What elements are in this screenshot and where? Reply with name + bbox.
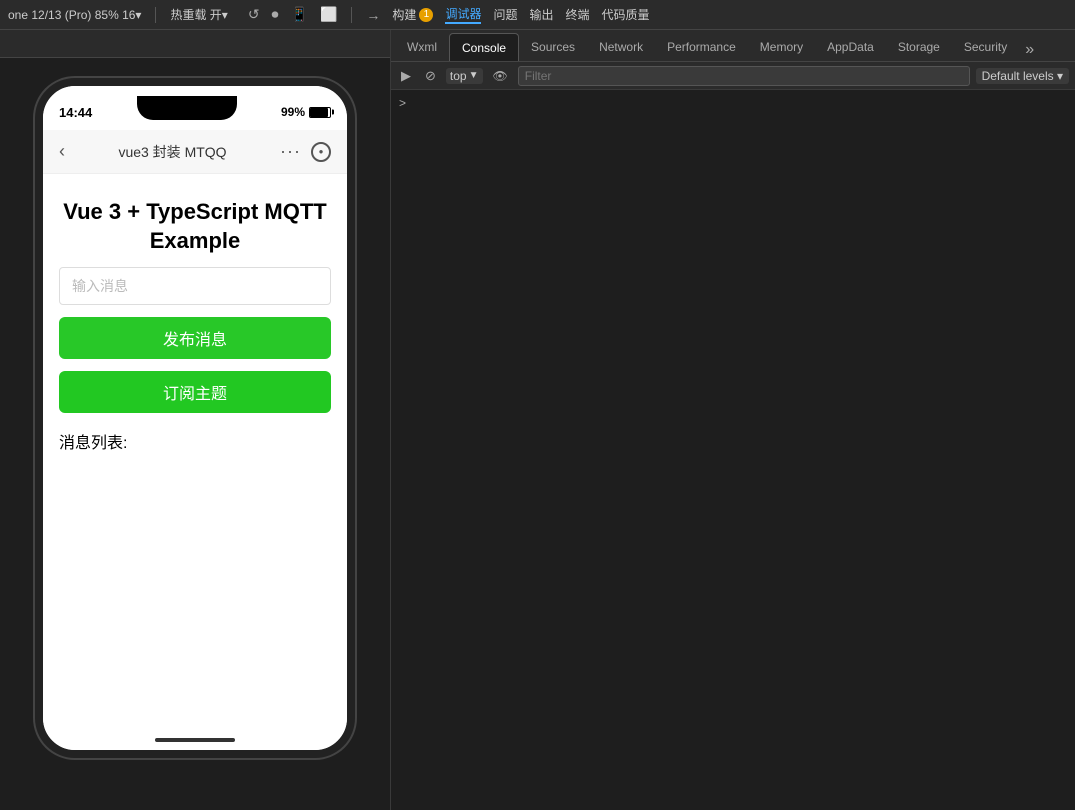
- tab-network[interactable]: Network: [587, 33, 655, 61]
- tab-memory[interactable]: Memory: [748, 33, 815, 61]
- nav-right-buttons: ··· ●: [280, 141, 331, 162]
- filter-input[interactable]: [518, 66, 970, 86]
- debugger-label: 调试器: [445, 5, 481, 22]
- status-time: 14:44: [59, 105, 92, 120]
- home-bar: [155, 738, 235, 742]
- output-label: 输出: [529, 6, 553, 23]
- phone-content: Vue 3 + TypeScript MQTT Example 输入消息 发布消…: [43, 174, 347, 730]
- phone-status-bar: 14:44 99%: [43, 86, 347, 130]
- more-tabs-button[interactable]: »: [1019, 41, 1040, 59]
- phone-container: 14:44 99% ‹ vue3 封装 MTQQ ···: [0, 58, 390, 810]
- tab-sources[interactable]: Sources: [519, 33, 587, 61]
- home-indicator: [43, 730, 347, 750]
- message-input[interactable]: 输入消息: [59, 267, 331, 305]
- phone-panel: 14:44 99% ‹ vue3 封装 MTQQ ···: [0, 30, 390, 810]
- console-toolbar: ▶ ⊘ top ▼ 👁 Default levels ▾: [391, 62, 1075, 90]
- main-area: 14:44 99% ‹ vue3 封装 MTQQ ···: [0, 30, 1075, 810]
- execute-button[interactable]: ▶: [397, 66, 415, 86]
- app-title: Vue 3 + TypeScript MQTT Example: [59, 198, 331, 255]
- build-badge: 1: [419, 8, 433, 22]
- tab-appdata[interactable]: AppData: [815, 33, 886, 61]
- phone-icon[interactable]: 📱: [291, 6, 308, 23]
- console-content: >: [391, 90, 1075, 810]
- message-list-label: 消息列表:: [59, 429, 331, 453]
- hot-reload-label: 热重载 开▾: [170, 6, 227, 23]
- battery-fill: [310, 108, 328, 117]
- terminal-btn[interactable]: 终端: [565, 6, 589, 23]
- output-btn[interactable]: 输出: [529, 6, 553, 23]
- terminal-label: 终端: [565, 6, 589, 23]
- record-icon[interactable]: ⏺: [272, 6, 279, 23]
- top-toolbar: one 12/13 (Pro) 85% 16▾ 热重载 开▾ ↺ ⏺ 📱 ⬜ →…: [0, 0, 1075, 30]
- code-quality-label: 代码质量: [602, 6, 650, 23]
- sep2: [351, 7, 352, 23]
- project-label: one 12/13 (Pro) 85% 16▾: [8, 8, 141, 22]
- debugger-btn[interactable]: 调试器: [445, 5, 481, 24]
- battery-icon: [309, 107, 331, 118]
- problems-btn[interactable]: 问题: [493, 6, 517, 23]
- tab-security[interactable]: Security: [952, 33, 1019, 61]
- status-right: 99%: [281, 105, 331, 119]
- sep1: [155, 7, 156, 23]
- input-placeholder: 输入消息: [72, 276, 128, 296]
- subscribe-label: 订阅主题: [163, 380, 227, 404]
- tab-console[interactable]: Console: [449, 33, 519, 61]
- notch: [137, 96, 237, 120]
- context-selector[interactable]: top ▼: [446, 68, 483, 84]
- eye-icon: 👁: [493, 69, 508, 83]
- build-label: 构建: [392, 6, 416, 23]
- tab-storage[interactable]: Storage: [886, 33, 952, 61]
- refresh-icon[interactable]: ↺: [248, 6, 260, 23]
- build-btn[interactable]: 构建 1: [392, 6, 433, 23]
- console-prompt[interactable]: >: [399, 96, 406, 110]
- phone-frame: 14:44 99% ‹ vue3 封装 MTQQ ···: [35, 78, 355, 758]
- devtools-tabs: Wxml Console Sources Network Performance…: [391, 30, 1075, 62]
- nav-title: vue3 封装 MTQQ: [118, 142, 226, 162]
- target-icon[interactable]: ●: [311, 142, 331, 162]
- eye-button[interactable]: 👁: [489, 67, 512, 85]
- menu-dots[interactable]: ···: [280, 141, 301, 162]
- block-icon: ⊘: [425, 68, 436, 84]
- context-label: top: [450, 69, 467, 83]
- log-level-label: Default levels ▾: [982, 69, 1063, 83]
- block-button[interactable]: ⊘: [421, 66, 440, 86]
- phone-nav-bar: ‹ vue3 封装 MTQQ ··· ●: [43, 130, 347, 174]
- circle-dot: ●: [319, 147, 324, 156]
- log-level-selector[interactable]: Default levels ▾: [976, 68, 1069, 84]
- square-icon[interactable]: ⬜: [320, 6, 337, 23]
- problems-label: 问题: [493, 6, 517, 23]
- hot-reload-btn[interactable]: 热重载 开▾: [170, 6, 227, 23]
- phone-top-bar: [0, 30, 390, 58]
- publish-label: 发布消息: [163, 326, 227, 350]
- execute-icon: ▶: [401, 68, 411, 84]
- battery-percent: 99%: [281, 105, 305, 119]
- chevron-down-icon: ▼: [469, 70, 479, 81]
- tab-performance[interactable]: Performance: [655, 33, 748, 61]
- devtools-panel: Wxml Console Sources Network Performance…: [390, 30, 1075, 810]
- tab-wxml[interactable]: Wxml: [395, 33, 449, 61]
- publish-button[interactable]: 发布消息: [59, 317, 331, 359]
- arrow-icon[interactable]: →: [366, 7, 380, 23]
- code-quality-btn[interactable]: 代码质量: [602, 6, 650, 23]
- back-button[interactable]: ‹: [59, 141, 65, 162]
- project-info[interactable]: one 12/13 (Pro) 85% 16▾: [8, 8, 141, 22]
- subscribe-button[interactable]: 订阅主题: [59, 371, 331, 413]
